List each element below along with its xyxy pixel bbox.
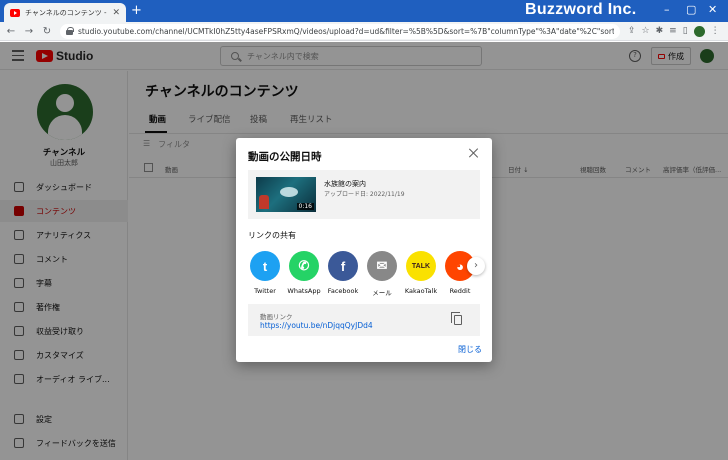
- close-dialog-button[interactable]: 閉じる: [458, 344, 482, 355]
- media-icon[interactable]: ≡: [669, 26, 677, 36]
- browser-toolbar: ← → ↻ studio.youtube.com/channel/UCMTkI0…: [0, 22, 728, 41]
- address-bar[interactable]: studio.youtube.com/channel/UCMTkI0hZ5tty…: [60, 23, 620, 39]
- tab-title: チャンネルのコンテンツ - YouTube Studio: [25, 8, 107, 17]
- dialog-title: 動画の公開日時: [248, 151, 322, 163]
- video-card: 0:16 水族館の案内 アップロード日: 2022/11/19: [248, 170, 480, 219]
- new-tab-button[interactable]: +: [131, 3, 142, 18]
- forward-icon[interactable]: →: [22, 26, 36, 37]
- window-close-icon[interactable]: ✕: [708, 3, 717, 16]
- share-label-reddit: Reddit: [449, 287, 471, 295]
- brand-watermark: Buzzword Inc.: [525, 1, 637, 18]
- twitter-icon: t: [250, 251, 280, 281]
- kakaotalk-icon: TALK: [406, 251, 436, 281]
- video-title: 水族館の案内: [324, 180, 366, 188]
- share-email-button[interactable]: ✉ メール: [362, 251, 402, 297]
- share-label-twitter: Twitter: [254, 287, 276, 295]
- share-dialog: 動画の公開日時 0:16 水族館の案内 アップロード日: 2022/11/19 …: [236, 138, 492, 362]
- minimize-icon[interactable]: –: [664, 3, 670, 16]
- bookmark-star-icon[interactable]: ☆: [642, 26, 650, 36]
- email-icon: ✉: [367, 251, 397, 281]
- video-duration: 0:16: [296, 203, 314, 210]
- lock-icon: [66, 27, 74, 35]
- video-link-label: 動画リンク: [260, 313, 293, 321]
- share-section-label: リンクの共有: [248, 231, 296, 240]
- share-label-whatsapp: WhatsApp: [287, 287, 321, 295]
- side-panel-icon[interactable]: ▯: [683, 26, 688, 36]
- url-text: studio.youtube.com/channel/UCMTkI0hZ5tty…: [78, 26, 614, 36]
- video-thumbnail[interactable]: 0:16: [256, 177, 316, 212]
- video-upload-date: アップロード日: 2022/11/19: [324, 191, 405, 198]
- extensions-icon[interactable]: ✱: [656, 26, 664, 36]
- share-label-kakaotalk: KakaoTalk: [404, 287, 438, 295]
- facebook-icon: f: [328, 251, 358, 281]
- share-page-icon[interactable]: ⇪: [628, 26, 636, 36]
- tab-close-icon[interactable]: ✕: [112, 8, 120, 18]
- share-facebook-button[interactable]: f Facebook: [323, 251, 363, 295]
- share-label-email: メール: [372, 289, 392, 297]
- browser-tab[interactable]: チャンネルのコンテンツ - YouTube Studio ✕: [4, 3, 126, 22]
- browser-titlebar: チャンネルのコンテンツ - YouTube Studio ✕ + Buzzwor…: [0, 0, 728, 22]
- share-twitter-button[interactable]: t Twitter: [245, 251, 285, 295]
- maximize-icon[interactable]: ▢: [686, 3, 696, 16]
- video-link-box: 動画リンク https://youtu.be/nDjqqQyJDd4: [248, 304, 480, 336]
- chevron-right-icon[interactable]: ›: [467, 257, 485, 275]
- back-icon[interactable]: ←: [4, 26, 18, 37]
- browser-menu-icon[interactable]: ⋮: [711, 26, 720, 36]
- youtube-favicon-icon: [10, 8, 20, 17]
- share-label-facebook: Facebook: [327, 287, 359, 295]
- video-link-url[interactable]: https://youtu.be/nDjqqQyJDd4: [260, 321, 373, 330]
- share-whatsapp-button[interactable]: ✆ WhatsApp: [284, 251, 324, 295]
- copy-icon[interactable]: [451, 312, 462, 325]
- whatsapp-icon: ✆: [289, 251, 319, 281]
- share-kakaotalk-button[interactable]: TALK KakaoTalk: [401, 251, 441, 295]
- reload-icon[interactable]: ↻: [40, 26, 54, 37]
- close-icon[interactable]: [468, 147, 480, 159]
- profile-avatar-icon[interactable]: [693, 25, 705, 37]
